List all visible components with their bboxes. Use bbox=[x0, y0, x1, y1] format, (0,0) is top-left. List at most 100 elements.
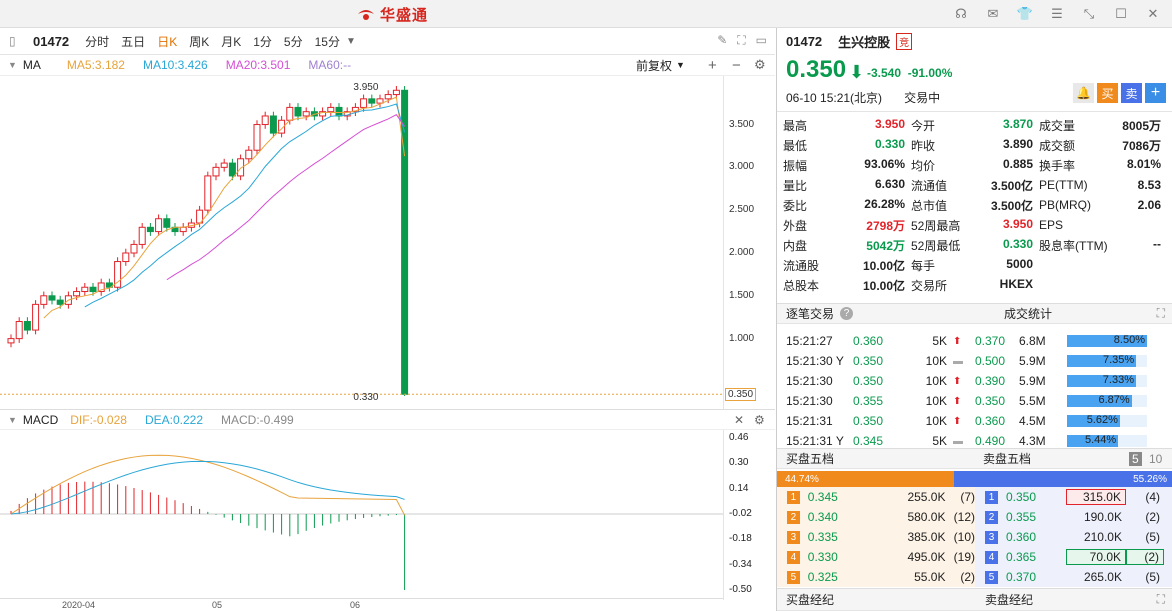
add-watch-button[interactable]: + bbox=[1145, 83, 1166, 103]
stat-value: 93.06% bbox=[864, 156, 905, 171]
macd-close-icon[interactable]: ✕ bbox=[734, 413, 744, 427]
macd-value: MACD:-0.499 bbox=[221, 412, 294, 427]
level-5-button[interactable]: 5 bbox=[1129, 451, 1142, 466]
ask-level[interactable]: 3 0.360 210.0K (5) bbox=[975, 527, 1172, 547]
book-row: 4 0.330 495.0K (19) 4 0.365 70.0K (2) bbox=[777, 547, 1172, 567]
candlestick-chart[interactable]: 3.950 0.330 bbox=[0, 76, 775, 410]
ask-level[interactable]: 1 0.350 315.0K (4) bbox=[975, 487, 1172, 507]
stat-label: 量比 bbox=[783, 178, 808, 193]
macd-chart[interactable] bbox=[0, 430, 775, 600]
trade-row: 15:21:31 0.350 10K ⬆ 0.360 4.5M 5.62% bbox=[777, 411, 1172, 431]
ask-level[interactable]: 5 0.370 265.0K (5) bbox=[975, 567, 1172, 587]
broker-expand-icon[interactable]: ⛶ bbox=[1157, 592, 1165, 607]
candle bbox=[81, 286, 89, 293]
macd-tick: 0.30 bbox=[729, 457, 749, 469]
trade-list[interactable]: 15:21:27 0.360 5K ⬆ 0.370 6.8M 8.50% 15:21:30 Y… bbox=[777, 331, 1172, 449]
trades-expand-icon[interactable]: ⛶ bbox=[1157, 306, 1165, 321]
tab-2[interactable]: 日K bbox=[151, 33, 183, 50]
bid-level[interactable]: 1 0.345 255.0K (7) bbox=[777, 487, 975, 507]
macd-settings-icon[interactable]: ⚙ bbox=[754, 413, 765, 427]
alert-icon[interactable]: 🔔 bbox=[1073, 83, 1094, 103]
stat-row: 最低 0.330 昨收 3.890 成交额 7086万 bbox=[777, 135, 1172, 155]
mail-icon[interactable]: ✉ bbox=[982, 4, 1004, 24]
bid-vol: 255.0K bbox=[907, 490, 946, 504]
menu-icon[interactable]: ☰ bbox=[1046, 4, 1068, 24]
bid-vol: 580.0K bbox=[907, 510, 946, 524]
maximize-icon[interactable]: ☐ bbox=[1110, 4, 1132, 24]
macd-label: MACD bbox=[22, 412, 59, 427]
ask-rank: 2 bbox=[985, 510, 998, 524]
bid-level[interactable]: 5 0.325 55.0K (2) bbox=[777, 567, 975, 587]
window-icon[interactable]: ▭ bbox=[756, 33, 767, 48]
candle bbox=[335, 106, 343, 117]
buy-button[interactable]: 买 bbox=[1097, 83, 1118, 103]
stat-bar-track: 8.50% bbox=[1067, 334, 1147, 347]
tab-7[interactable]: 15分 bbox=[309, 33, 346, 50]
stat-value: 5042万 bbox=[866, 238, 905, 253]
book-row: 2 0.340 580.0K (12) 2 0.355 190.0K (2) bbox=[777, 507, 1172, 527]
stat-pct: 5.62% bbox=[1086, 414, 1118, 426]
shirt-icon[interactable]: 👕 bbox=[1014, 4, 1036, 24]
close-icon[interactable]: ✕ bbox=[1142, 4, 1164, 24]
panel-toggle-icon[interactable]: ▯ bbox=[9, 34, 16, 48]
ask-rank: 4 bbox=[985, 550, 998, 564]
collapse-icon[interactable]: ▼ bbox=[8, 60, 17, 70]
tab-4[interactable]: 月K bbox=[215, 33, 247, 50]
y-tick: 3.000 bbox=[729, 161, 755, 173]
stock-name: 生兴控股 bbox=[838, 35, 891, 50]
high-label: 3.950 bbox=[353, 82, 378, 93]
sell-button[interactable]: 卖 bbox=[1121, 83, 1142, 103]
minus-icon[interactable]: − bbox=[732, 57, 741, 74]
tab-3[interactable]: 周K bbox=[183, 33, 215, 50]
settings-icon[interactable]: ⚙ bbox=[754, 57, 766, 73]
level-10-button[interactable]: 10 bbox=[1149, 452, 1162, 466]
bid-level[interactable]: 3 0.335 385.0K (10) bbox=[777, 527, 975, 547]
ask-level[interactable]: 2 0.355 190.0K (2) bbox=[975, 507, 1172, 527]
price-axis: 3.500 3.000 2.500 2.000 1.500 1.000 0.350 bbox=[723, 76, 775, 410]
tab-6[interactable]: 5分 bbox=[278, 33, 309, 50]
stat-value: 10.00亿 bbox=[862, 278, 905, 293]
ask-rank: 3 bbox=[985, 530, 998, 544]
stat-label: 每手 bbox=[911, 258, 936, 273]
add-icon[interactable]: + bbox=[708, 57, 717, 74]
logo-icon bbox=[358, 10, 374, 20]
macd-legend: ▼ MACD DIF:-0.028 DEA:0.222 MACD:-0.499 … bbox=[0, 409, 775, 430]
stat-value: 2.06 bbox=[1137, 198, 1161, 212]
chevron-down-icon[interactable]: ▼ bbox=[346, 36, 356, 47]
stat-row: 量比 6.630 流通值 3.500亿 PE(TTM) 8.53 bbox=[777, 175, 1172, 195]
shrink-icon[interactable]: ⤡ bbox=[1078, 4, 1100, 24]
trade-dir-icon: ▬ bbox=[953, 435, 963, 447]
stat-label: 总股本 bbox=[783, 278, 820, 293]
quote-stats: 最高 3.950 今开 3.870 成交量 8005万 最低 0.330 昨收 3.890 成交额 7… bbox=[777, 111, 1172, 295]
fullscreen-icon[interactable]: ⛶ bbox=[737, 33, 745, 48]
macd-collapse-icon[interactable]: ▼ bbox=[8, 415, 17, 425]
headset-icon[interactable]: ☊ bbox=[950, 4, 972, 24]
trade-vol: 10K bbox=[925, 374, 947, 388]
stat-label: EPS bbox=[1039, 218, 1064, 232]
adjust-select[interactable]: 前复权 bbox=[636, 57, 672, 74]
stat-label: 委比 bbox=[783, 198, 808, 213]
draw-icon[interactable]: ✎ bbox=[717, 33, 727, 48]
bid-level[interactable]: 4 0.330 495.0K (19) bbox=[777, 547, 975, 567]
tab-5[interactable]: 1分 bbox=[247, 33, 278, 50]
tab-0[interactable]: 分时 bbox=[79, 33, 115, 50]
ask-level[interactable]: 4 0.365 70.0K (2) bbox=[975, 547, 1172, 567]
ma10-value: MA10:3.426 bbox=[142, 58, 208, 72]
tab-1[interactable]: 五日 bbox=[115, 33, 151, 50]
stat-row: 内盘 5042万 52周最低 0.330 股息率(TTM) -- bbox=[777, 235, 1172, 255]
book-header: 买盘五档 卖盘五档 5 10 bbox=[777, 448, 1172, 469]
bid-rank: 4 bbox=[787, 550, 800, 564]
ma20-value: MA20:3.501 bbox=[225, 58, 291, 72]
bid-count: (10) bbox=[953, 530, 975, 544]
ask-title: 卖盘五档 bbox=[983, 452, 1032, 466]
trade-vol: 5K bbox=[932, 334, 947, 348]
candle bbox=[261, 115, 269, 126]
adjust-chevron-icon[interactable]: ▼ bbox=[676, 60, 685, 70]
stat-bar-track: 6.87% bbox=[1067, 394, 1147, 407]
bid-level[interactable]: 2 0.340 580.0K (12) bbox=[777, 507, 975, 527]
stat-value: 7086万 bbox=[1122, 138, 1161, 153]
bid-ask-ratio: 44.74% 55.26% bbox=[777, 471, 1172, 487]
stat-label: 今开 bbox=[911, 118, 936, 133]
ma20-line bbox=[166, 114, 406, 281]
help-icon[interactable]: ? bbox=[840, 307, 854, 320]
